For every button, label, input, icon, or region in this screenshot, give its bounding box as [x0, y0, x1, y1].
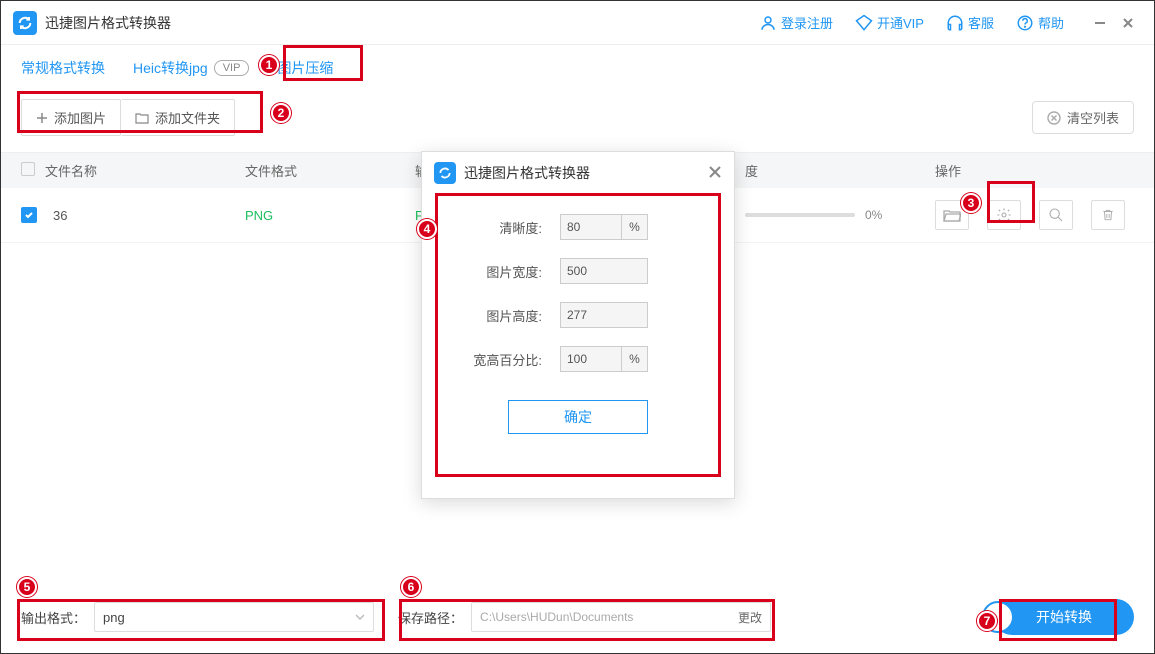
- tab-normal[interactable]: 常规格式转换: [21, 58, 105, 78]
- output-format-select[interactable]: png: [94, 602, 374, 632]
- tab-heic[interactable]: Heic转换jpg VIP: [133, 58, 249, 78]
- add-image-label: 添加图片: [54, 108, 106, 127]
- app-title: 迅捷图片格式转换器: [45, 13, 171, 33]
- close-icon: [708, 165, 722, 179]
- titlebar: 迅捷图片格式转换器 登录注册 开通VIP 客服 帮助: [1, 1, 1154, 45]
- save-path-group: 保存路径： C:\Users\HUDun\Documents 更改: [398, 602, 771, 632]
- ratio-input[interactable]: [560, 346, 622, 372]
- ratio-label: 宽高百分比:: [452, 350, 542, 369]
- dialog-confirm-button[interactable]: 确定: [508, 400, 648, 434]
- output-format-value: png: [103, 610, 125, 625]
- output-format-label: 输出格式：: [21, 608, 86, 627]
- header-name: 文件名称: [45, 161, 245, 180]
- settings-button[interactable]: [987, 200, 1021, 230]
- minimize-button[interactable]: [1086, 9, 1114, 37]
- progress-bar: [745, 213, 855, 217]
- chevron-down-icon: [355, 614, 365, 620]
- output-format-group: 输出格式： png: [21, 602, 374, 632]
- start-convert-button[interactable]: 开始转换: [994, 599, 1134, 635]
- add-image-button[interactable]: 添加图片: [21, 99, 121, 136]
- clear-list-button[interactable]: 清空列表: [1032, 101, 1134, 134]
- row-checkbox[interactable]: [21, 207, 37, 223]
- settings-dialog: 迅捷图片格式转换器 清晰度: % 图片宽度: 图片高度: 宽高百分比: % 确定: [421, 151, 735, 499]
- preview-button[interactable]: [1039, 200, 1073, 230]
- save-path-field: C:\Users\HUDun\Documents 更改: [471, 602, 771, 632]
- tab-heic-label: Heic转换jpg: [133, 58, 208, 78]
- height-input[interactable]: [560, 302, 648, 328]
- tabs-bar: 常规格式转换 Heic转换jpg VIP 图片压缩: [1, 45, 1154, 91]
- vip-badge: VIP: [214, 60, 250, 76]
- plus-icon: [36, 112, 48, 124]
- open-folder-button[interactable]: [935, 200, 969, 230]
- login-label: 登录注册: [781, 13, 833, 32]
- change-path-link[interactable]: 更改: [738, 609, 762, 626]
- ratio-unit: %: [622, 346, 648, 372]
- row-format: PNG: [245, 208, 273, 223]
- login-link[interactable]: 登录注册: [759, 13, 833, 32]
- bottom-bar: 输出格式： png 保存路径： C:\Users\HUDun\Documents…: [1, 581, 1154, 653]
- toolbar: 添加图片 添加文件夹 清空列表: [1, 91, 1154, 152]
- clarity-unit: %: [622, 214, 648, 240]
- row-filename: 36: [53, 208, 67, 223]
- vip-label: 开通VIP: [877, 13, 924, 32]
- help-link[interactable]: 帮助: [1016, 13, 1064, 32]
- trash-icon: [1101, 207, 1115, 223]
- folder-icon: [135, 112, 149, 124]
- service-label: 客服: [968, 13, 994, 32]
- close-button[interactable]: [1114, 9, 1142, 37]
- height-label: 图片高度:: [452, 306, 542, 325]
- vip-link[interactable]: 开通VIP: [855, 13, 924, 32]
- clarity-input[interactable]: [560, 214, 622, 240]
- save-path-value: C:\Users\HUDun\Documents: [480, 610, 633, 624]
- progress-pct: 0%: [865, 208, 882, 222]
- header-ops: 操作: [935, 161, 1134, 180]
- save-path-label: 保存路径：: [398, 608, 463, 627]
- header-format: 文件格式: [245, 161, 415, 180]
- clear-icon: [1047, 111, 1061, 125]
- service-link[interactable]: 客服: [946, 13, 994, 32]
- header-progress: 度: [745, 161, 935, 180]
- dialog-logo: [434, 162, 456, 184]
- add-folder-button[interactable]: 添加文件夹: [121, 99, 235, 136]
- dialog-title: 迅捷图片格式转换器: [464, 163, 590, 183]
- gear-icon: [996, 207, 1012, 223]
- tab-compress[interactable]: 图片压缩: [277, 58, 333, 78]
- open-folder-icon: [943, 208, 961, 222]
- search-icon: [1048, 207, 1064, 223]
- clarity-label: 清晰度:: [452, 218, 542, 237]
- width-input[interactable]: [560, 258, 648, 284]
- dialog-close-button[interactable]: [708, 163, 722, 184]
- add-folder-label: 添加文件夹: [155, 108, 220, 127]
- app-logo: [13, 11, 37, 35]
- width-label: 图片宽度:: [452, 262, 542, 281]
- header-checkbox[interactable]: [21, 162, 35, 176]
- help-label: 帮助: [1038, 13, 1064, 32]
- clear-list-label: 清空列表: [1067, 108, 1119, 127]
- delete-button[interactable]: [1091, 200, 1125, 230]
